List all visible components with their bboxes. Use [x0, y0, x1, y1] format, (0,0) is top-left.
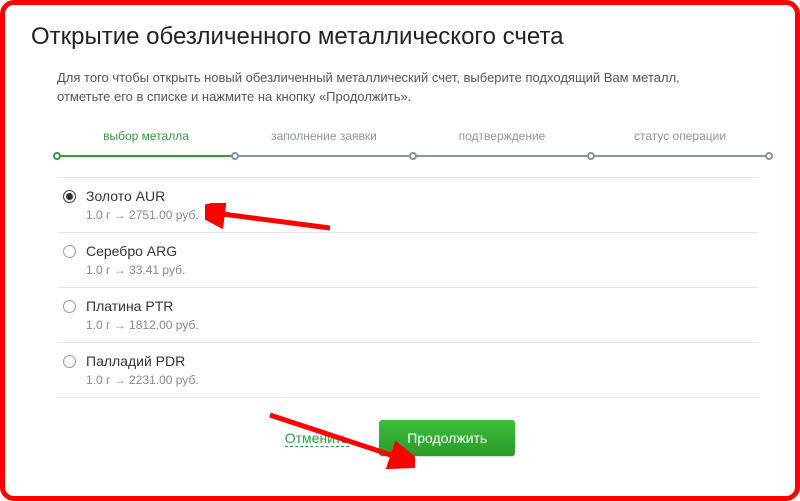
step-metal-select: выбор металла: [57, 129, 235, 157]
metal-option-silver[interactable]: Серебро ARG 1.0 г → 33.41 руб.: [57, 233, 759, 288]
metal-option-platinum[interactable]: Платина PTR 1.0 г → 1812.00 руб.: [57, 288, 759, 343]
step-confirm: подтверждение: [413, 129, 591, 157]
metal-list: Золото AUR 1.0 г → 2751.00 руб. Серебро …: [57, 177, 759, 398]
metal-option-gold[interactable]: Золото AUR 1.0 г → 2751.00 руб.: [57, 177, 759, 233]
metal-name: Золото AUR: [86, 188, 751, 204]
progress-stepper: выбор металла заполнение заявки подтверж…: [57, 129, 769, 157]
radio-icon: [63, 355, 76, 368]
radio-icon: [63, 300, 76, 313]
app-frame: Открытие обезличенного металлического сч…: [0, 0, 800, 501]
step-label: статус операции: [634, 129, 726, 143]
metal-rate: 1.0 г → 33.41 руб.: [86, 263, 751, 277]
step-label: выбор металла: [103, 129, 189, 143]
step-label: подтверждение: [459, 129, 546, 143]
step-form-fill: заполнение заявки: [235, 129, 413, 157]
metal-name: Платина PTR: [86, 298, 751, 314]
continue-button[interactable]: Продолжить: [379, 420, 515, 456]
step-label: заполнение заявки: [271, 129, 377, 143]
metal-rate: 1.0 г → 2751.00 руб.: [86, 208, 751, 222]
radio-icon: [63, 245, 76, 258]
page-title: Открытие обезличенного металлического сч…: [31, 23, 769, 51]
cancel-link[interactable]: Отменить: [285, 430, 349, 447]
metal-option-palladium[interactable]: Палладий PDR 1.0 г → 2231.00 руб.: [57, 343, 759, 398]
metal-name: Серебро ARG: [86, 243, 751, 259]
metal-rate: 1.0 г → 1812.00 руб.: [86, 318, 751, 332]
metal-rate: 1.0 г → 2231.00 руб.: [86, 373, 751, 387]
instructions-text: Для того чтобы открыть новый обезличенны…: [57, 69, 697, 107]
action-bar: Отменить Продолжить: [31, 420, 769, 456]
step-status: статус операции: [591, 129, 769, 157]
radio-icon: [63, 190, 76, 203]
metal-name: Палладий PDR: [86, 353, 751, 369]
